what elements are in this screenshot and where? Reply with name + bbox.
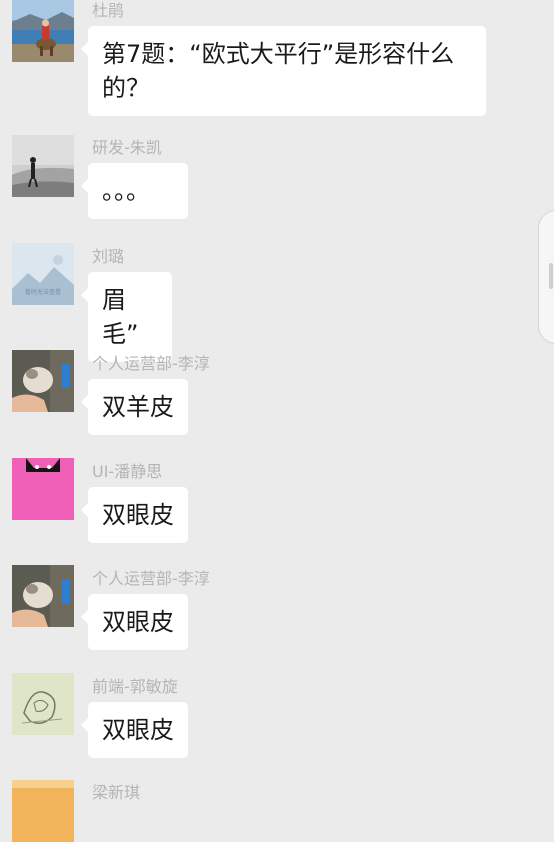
avatar[interactable]	[12, 458, 74, 520]
photo-person-desert-icon	[12, 135, 74, 197]
sender-name: 杜鹃	[92, 1, 125, 20]
photo-sunset-icon	[12, 780, 74, 842]
sender-name: 个人运营部-李淳	[92, 569, 210, 588]
avatar[interactable]	[12, 350, 74, 412]
avatar[interactable]	[12, 135, 74, 197]
message-bubble[interactable]: 。。。	[81, 163, 188, 219]
avatar[interactable]	[12, 565, 74, 627]
chat-message-list[interactable]: 杜鹃 第7题：“欧式大平行”是形容什么的？ 研发-朱凯 。。。 暂时无法查看 刘…	[0, 0, 554, 842]
message-bubble[interactable]: 双眼皮	[81, 702, 188, 758]
message-bubble[interactable]: 第7题：“欧式大平行”是形容什么的？	[81, 26, 486, 116]
message-bubble[interactable]: 双羊皮	[81, 379, 188, 435]
avatar[interactable]	[12, 0, 74, 62]
avatar[interactable]	[12, 673, 74, 735]
sender-name: UI-潘静思	[92, 462, 163, 481]
sender-name: 梁新琪	[92, 783, 141, 802]
placeholder-caption: 暂时无法查看	[25, 288, 61, 296]
photo-cat-hand-icon	[12, 350, 74, 412]
sketch-drawing-icon	[12, 673, 74, 735]
message-bubble[interactable]: 双眼皮	[81, 487, 188, 543]
placeholder-image-icon: 暂时无法查看	[12, 243, 74, 305]
avatar[interactable]: 暂时无法查看	[12, 243, 74, 305]
photo-person-on-horse-lake-icon	[12, 0, 74, 62]
pink-with-cat-ears-icon	[12, 458, 74, 520]
photo-cat-hand-icon	[12, 565, 74, 627]
message-bubble[interactable]: 眉毛”	[81, 272, 172, 362]
avatar[interactable]	[12, 780, 74, 842]
sender-name: 前端-郭敏旋	[92, 677, 178, 696]
sender-name: 研发-朱凯	[92, 138, 162, 157]
message-bubble[interactable]: 双眼皮	[81, 594, 188, 650]
sender-name: 刘璐	[92, 247, 125, 266]
side-scroll-handle[interactable]	[538, 210, 554, 344]
sender-name: 个人运营部-李淳	[92, 354, 210, 373]
